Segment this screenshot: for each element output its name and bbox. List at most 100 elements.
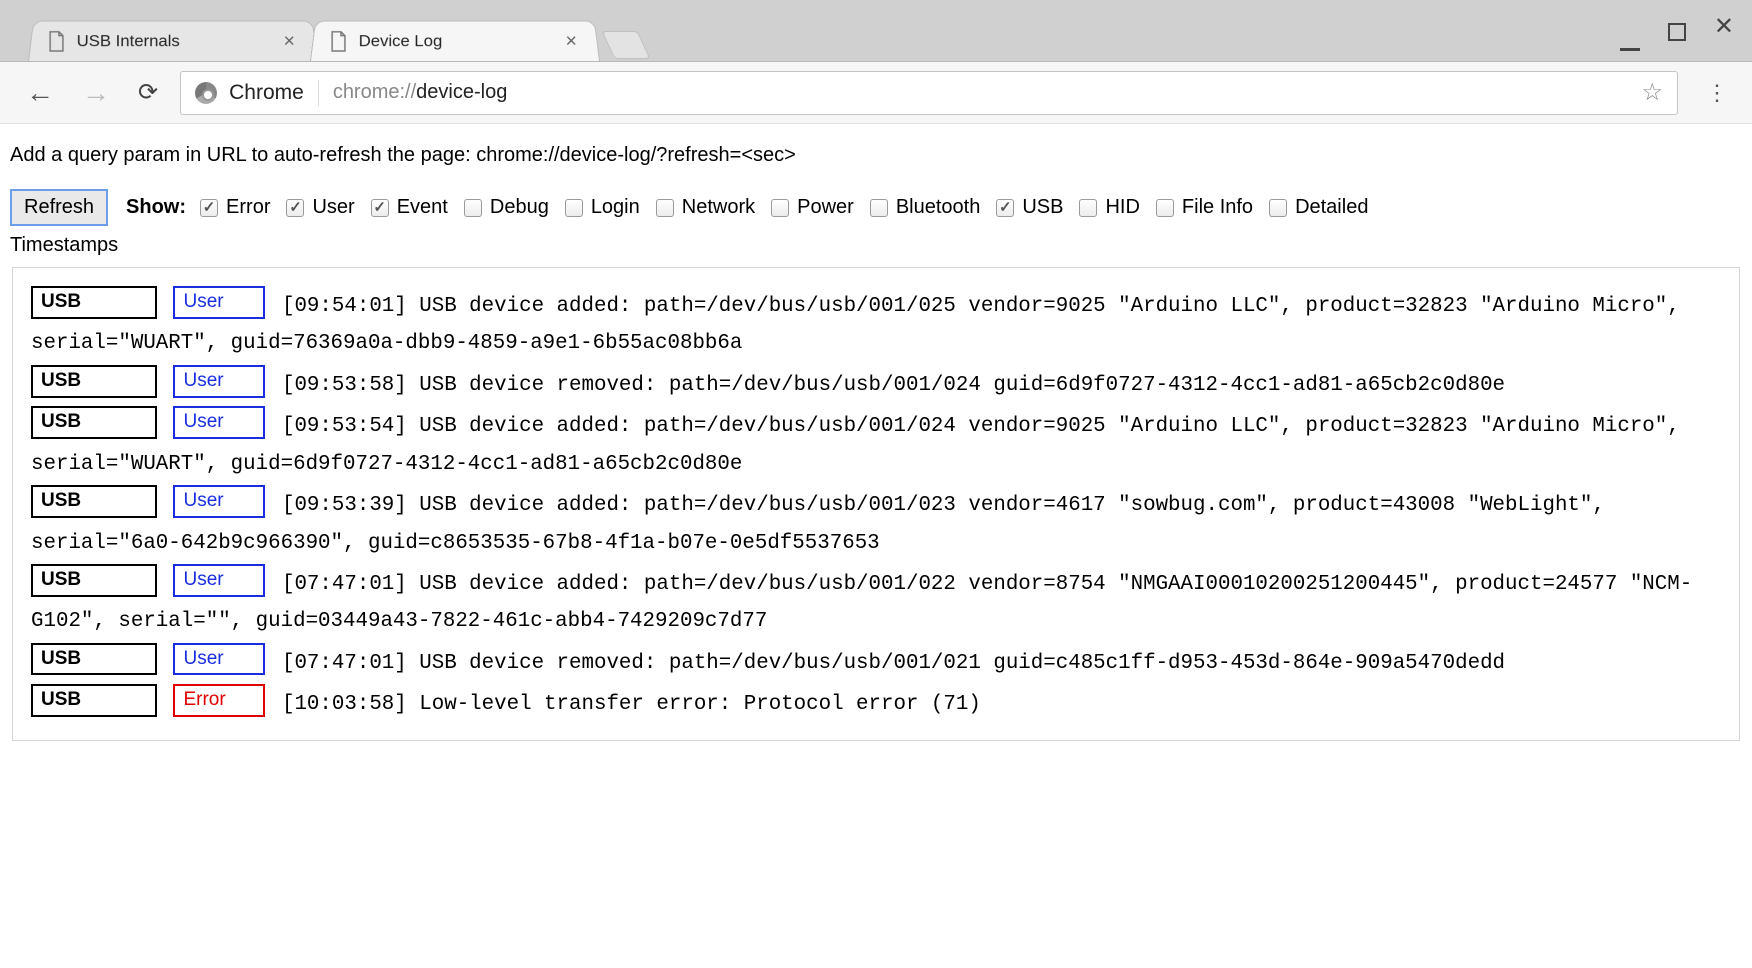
- forward-button[interactable]: →: [68, 77, 124, 109]
- separator: [318, 80, 319, 106]
- filter-login[interactable]: Login: [565, 196, 640, 219]
- log-entry: USB User [09:54:01] USB device added: pa…: [31, 286, 1721, 363]
- log-timestamp: [10:03:58]: [269, 693, 419, 716]
- log-entry: USB User [09:53:58] USB device removed: …: [31, 365, 1721, 404]
- checkbox-icon[interactable]: [565, 199, 583, 217]
- filter-label[interactable]: Error: [226, 196, 270, 219]
- show-label: Show:: [126, 196, 186, 219]
- log-level-tag: Error: [173, 684, 265, 717]
- log-level-tag: User: [173, 286, 265, 319]
- log-entry: USB User [07:47:01] USB device removed: …: [31, 643, 1721, 682]
- filter-file-info[interactable]: File Info: [1156, 196, 1253, 219]
- tab-device-log[interactable]: Device Log ×: [310, 21, 600, 61]
- filter-label[interactable]: Network: [682, 196, 755, 219]
- refresh-button[interactable]: Refresh: [10, 189, 108, 226]
- checkbox-icon[interactable]: [656, 199, 674, 217]
- checkbox-icon[interactable]: [464, 199, 482, 217]
- filter-detailed[interactable]: Detailed: [1269, 196, 1368, 219]
- minimize-button[interactable]: [1620, 18, 1640, 46]
- checkbox-icon[interactable]: [1079, 199, 1097, 217]
- tab-title: USB Internals: [77, 31, 272, 50]
- page-icon: [47, 30, 65, 51]
- filter-label[interactable]: Event: [397, 196, 448, 219]
- tab-usb-internals[interactable]: USB Internals ×: [28, 21, 318, 61]
- filter-hid[interactable]: HID: [1079, 196, 1139, 219]
- checkbox-icon[interactable]: [771, 199, 789, 217]
- log-timestamp: [07:47:01]: [269, 573, 419, 596]
- url-path: device-log: [416, 81, 507, 104]
- reload-button[interactable]: ⟳: [124, 78, 172, 107]
- log-entry: USB User [07:47:01] USB device added: pa…: [31, 564, 1721, 641]
- log-timestamp: [09:53:54]: [269, 415, 419, 438]
- log-type-tag: USB: [31, 286, 157, 319]
- filter-debug[interactable]: Debug: [464, 196, 549, 219]
- chrome-menu-button[interactable]: ⋮: [1692, 80, 1740, 106]
- log-level-tag: User: [173, 564, 265, 597]
- filter-label[interactable]: Debug: [490, 196, 549, 219]
- log-timestamp: [09:53:58]: [269, 374, 419, 397]
- filter-power[interactable]: Power: [771, 196, 854, 219]
- filter-user[interactable]: User: [286, 196, 354, 219]
- page-icon: [329, 30, 347, 51]
- filter-network[interactable]: Network: [656, 196, 755, 219]
- bookmark-star-icon[interactable]: ☆: [1641, 78, 1663, 107]
- timestamps-label: Timestamps: [10, 234, 1742, 257]
- url-scheme: chrome://: [333, 81, 416, 104]
- log-type-tag: USB: [31, 485, 157, 518]
- log-message: USB device added: path=/dev/bus/usb/001/…: [31, 494, 1605, 554]
- log-timestamp: [07:47:01]: [269, 652, 419, 675]
- close-window-button[interactable]: ✕: [1714, 18, 1734, 46]
- log-message: USB device removed: path=/dev/bus/usb/00…: [419, 374, 1505, 397]
- log-timestamp: [09:54:01]: [269, 295, 419, 318]
- tab-strip: USB Internals × Device Log × ✕: [0, 0, 1752, 62]
- log-type-tag: USB: [31, 684, 157, 717]
- filter-event[interactable]: Event: [371, 196, 448, 219]
- log-type-tag: USB: [31, 564, 157, 597]
- address-bar[interactable]: Chrome chrome://device-log ☆: [180, 71, 1678, 115]
- back-button[interactable]: ←: [12, 77, 68, 109]
- log-type-tag: USB: [31, 365, 157, 398]
- maximize-button[interactable]: [1668, 18, 1686, 46]
- controls-row: Refresh Show: Error User Event Debug Login Ne…: [10, 189, 1742, 226]
- checkbox-icon[interactable]: [996, 199, 1014, 217]
- window-controls: ✕: [1620, 18, 1734, 46]
- new-tab-button[interactable]: [601, 31, 650, 59]
- filter-label[interactable]: Power: [797, 196, 854, 219]
- tab-title: Device Log: [359, 31, 554, 50]
- log-type-tag: USB: [31, 643, 157, 676]
- log-level-tag: User: [173, 485, 265, 518]
- filter-label[interactable]: Bluetooth: [896, 196, 981, 219]
- close-icon[interactable]: ×: [283, 31, 295, 50]
- log-entry: USB Error [10:03:58] Low-level transfer …: [31, 684, 1721, 723]
- filter-label[interactable]: Login: [591, 196, 640, 219]
- log-level-tag: User: [173, 365, 265, 398]
- page-content: Add a query param in URL to auto-refresh…: [0, 124, 1752, 751]
- chrome-origin-icon: [195, 82, 217, 104]
- checkbox-icon[interactable]: [1156, 199, 1174, 217]
- log-message: Low-level transfer error: Protocol error…: [419, 693, 981, 716]
- filter-usb[interactable]: USB: [996, 196, 1063, 219]
- log-level-tag: User: [173, 643, 265, 676]
- filter-label[interactable]: HID: [1105, 196, 1139, 219]
- filter-label[interactable]: User: [312, 196, 354, 219]
- filter-error[interactable]: Error: [200, 196, 270, 219]
- filter-label[interactable]: File Info: [1182, 196, 1253, 219]
- log-box: USB User [09:54:01] USB device added: pa…: [12, 267, 1740, 741]
- origin-label: Chrome: [229, 81, 304, 105]
- checkbox-icon[interactable]: [371, 199, 389, 217]
- filter-label[interactable]: USB: [1022, 196, 1063, 219]
- log-timestamp: [09:53:39]: [269, 494, 419, 517]
- checkbox-icon[interactable]: [1269, 199, 1287, 217]
- log-level-tag: User: [173, 406, 265, 439]
- checkbox-icon[interactable]: [870, 199, 888, 217]
- log-entry: USB User [09:53:54] USB device added: pa…: [31, 406, 1721, 483]
- log-message: USB device removed: path=/dev/bus/usb/00…: [419, 652, 1505, 675]
- checkbox-icon[interactable]: [200, 199, 218, 217]
- log-type-tag: USB: [31, 406, 157, 439]
- navigation-bar: ← → ⟳ Chrome chrome://device-log ☆ ⋮: [0, 62, 1752, 124]
- filter-bluetooth[interactable]: Bluetooth: [870, 196, 981, 219]
- close-icon[interactable]: ×: [565, 31, 577, 50]
- filter-label[interactable]: Detailed: [1295, 196, 1368, 219]
- log-entry: USB User [09:53:39] USB device added: pa…: [31, 485, 1721, 562]
- checkbox-icon[interactable]: [286, 199, 304, 217]
